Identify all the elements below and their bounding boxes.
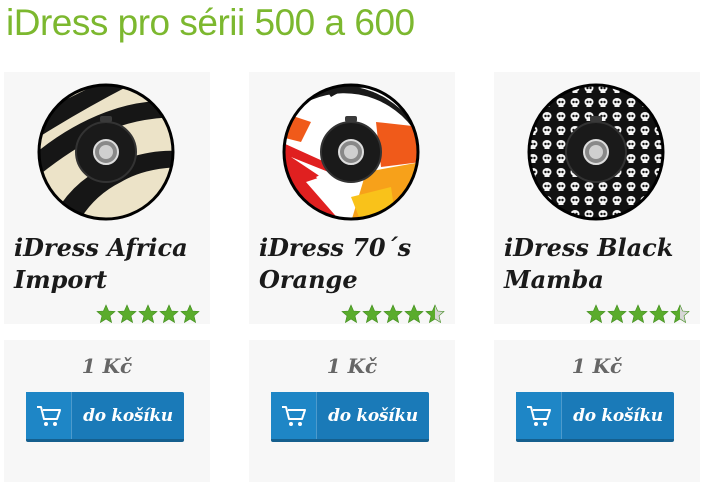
product-image[interactable] <box>526 82 666 222</box>
add-to-cart-label: do košíku <box>83 405 173 426</box>
rating-stars <box>586 304 690 324</box>
product-name-line2: Orange <box>259 265 358 294</box>
product-name[interactable]: iDress Black Mamba <box>504 232 694 296</box>
star-icon <box>383 304 403 324</box>
product-grid: iDress Africa Import 1 Kč do košíku iDre… <box>0 72 705 487</box>
star-icon <box>670 304 690 324</box>
product-name[interactable]: iDress Africa Import <box>14 232 204 296</box>
product-price: 1 Kč <box>571 354 623 378</box>
star-icon <box>607 304 627 324</box>
product-info-panel: iDress Black Mamba <box>494 72 700 324</box>
shopping-cart-icon <box>271 392 317 439</box>
product-card: iDress 70´s Orange 1 Kč do košíku <box>249 72 455 482</box>
add-to-cart-label: do košíku <box>573 405 663 426</box>
product-image[interactable] <box>36 82 176 222</box>
star-icon <box>180 304 200 324</box>
star-icon <box>628 304 648 324</box>
rating-stars <box>341 304 445 324</box>
star-icon <box>404 304 424 324</box>
product-name-line1: iDress Black <box>504 233 674 262</box>
product-name-line2: Mamba <box>504 265 604 294</box>
star-icon <box>138 304 158 324</box>
star-icon <box>96 304 116 324</box>
star-icon <box>649 304 669 324</box>
star-icon <box>117 304 137 324</box>
star-icon <box>362 304 382 324</box>
shopping-cart-icon <box>516 392 562 439</box>
product-name-line2: Import <box>14 265 108 294</box>
product-name-line1: iDress 70´s <box>259 233 412 262</box>
product-card: iDress Black Mamba 1 Kč do košíku <box>494 72 700 482</box>
product-price: 1 Kč <box>326 354 378 378</box>
add-to-cart-label: do košíku <box>328 405 418 426</box>
star-icon <box>425 304 445 324</box>
star-icon <box>586 304 606 324</box>
product-card: iDress Africa Import 1 Kč do košíku <box>4 72 210 482</box>
star-icon <box>341 304 361 324</box>
product-name-line1: iDress Africa <box>14 233 188 262</box>
add-to-cart-button[interactable]: do košíku <box>26 392 184 442</box>
add-to-cart-button[interactable]: do košíku <box>516 392 674 442</box>
product-info-panel: iDress 70´s Orange <box>249 72 455 324</box>
product-info-panel: iDress Africa Import <box>4 72 210 324</box>
shopping-cart-icon <box>26 392 72 439</box>
star-icon <box>159 304 179 324</box>
page-title: iDress pro sérii 500 a 600 <box>6 2 415 43</box>
product-image[interactable] <box>281 82 421 222</box>
product-name[interactable]: iDress 70´s Orange <box>259 232 449 296</box>
add-to-cart-button[interactable]: do košíku <box>271 392 429 442</box>
product-price: 1 Kč <box>81 354 133 378</box>
rating-stars <box>96 304 200 324</box>
